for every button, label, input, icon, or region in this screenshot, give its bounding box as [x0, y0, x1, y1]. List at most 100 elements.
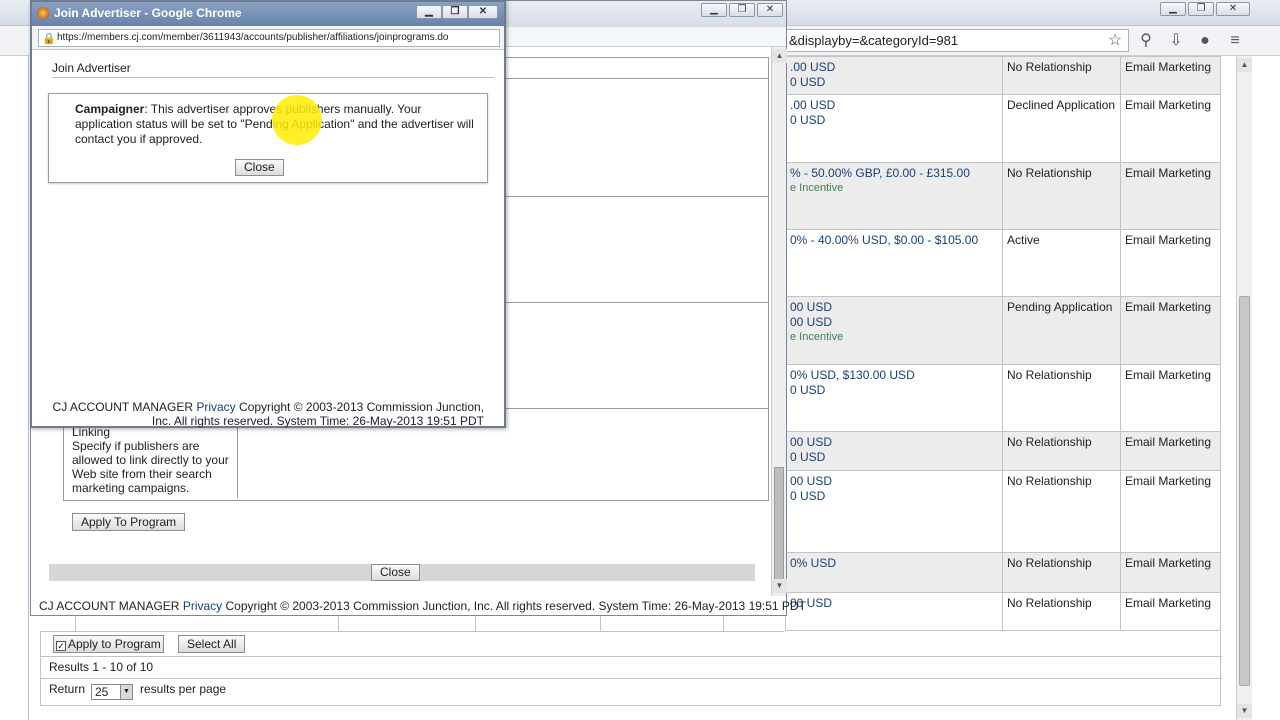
relationship-status-cell: No Relationship [1002, 591, 1121, 632]
category-cell: Email Marketing [1120, 469, 1221, 553]
join-advertiser-window: Join Advertiser - Google Chrome ▁ ❐ ✕ 🔒 … [30, 0, 506, 428]
footer-brand: CJ ACCOUNT MANAGER [39, 599, 180, 613]
category-cell: Email Marketing [1120, 162, 1221, 231]
join-titlebar: Join Advertiser - Google Chrome ▁ ❐ ✕ [32, 2, 504, 26]
category-cell: Email Marketing [1120, 363, 1221, 432]
approval-message-box: Campaigner: This advertiser approves pub… [48, 93, 488, 183]
popup-footer: CJ ACCOUNT MANAGER Privacy Copyright © 2… [31, 596, 806, 616]
category-cell: Email Marketing [1120, 551, 1221, 593]
popup-close-button[interactable]: Close [371, 564, 420, 581]
category-cell: Email Marketing [1120, 94, 1221, 164]
main-address-bar[interactable]: &displayby=&categoryId=981 [785, 29, 1129, 52]
commission-terms-cell: .00 USD 0 USD [785, 94, 1003, 164]
download-icon[interactable]: ⇩ [1166, 31, 1186, 51]
commission-terms-cell: 0% USD, $130.00 USD 0 USD [785, 363, 1003, 432]
join-address-bar-row: 🔒 https://members.cj.com/member/3611943/… [32, 26, 504, 50]
select-all-button[interactable]: Select All [178, 635, 246, 653]
table-row: .00 USD 0 USD Declined Application Email Ma… [785, 94, 1221, 164]
commission-terms-cell: 00 USD 00 USD e Incentive [785, 296, 1003, 365]
relationship-status-cell: No Relationship [1002, 162, 1121, 231]
maximize-icon[interactable]: ❐ [442, 5, 468, 19]
category-cell: Email Marketing [1120, 55, 1221, 96]
chevron-down-icon[interactable]: ▼ [120, 685, 132, 699]
join-window-title: Join Advertiser - Google Chrome [54, 6, 242, 20]
translate-icon[interactable]: ⚲ [1136, 31, 1156, 51]
commission-terms-cell: .00 USD 0 USD [785, 55, 1003, 96]
advertiser-name: Campaigner [75, 102, 145, 116]
table-row [40, 614, 785, 632]
category-cell: Email Marketing [1120, 229, 1221, 298]
popup-close-bar: Close [49, 564, 755, 581]
table-row: 00 USD 0 USD No Relationship Email Marketin… [785, 469, 1221, 553]
apply-label: Apply to Program [68, 637, 161, 651]
privacy-link[interactable]: Privacy [183, 599, 222, 613]
cursor-highlight [272, 95, 322, 145]
footer-copyright: Copyright © 2003-2013 Commission Junctio… [225, 599, 806, 613]
footer-brand: CJ ACCOUNT MANAGER [52, 400, 193, 414]
relationship-status-cell: No Relationship [1002, 469, 1121, 553]
join-url: https://members.cj.com/member/3611943/ac… [57, 32, 449, 43]
popup-scrollbar[interactable]: ▲ ▼ [771, 47, 787, 596]
category-cell: Email Marketing [1120, 430, 1221, 471]
star-icon[interactable]: ☆ [1105, 31, 1125, 51]
commission-terms-cell: 00 USD [785, 591, 1003, 632]
table-row: 00 USD 0 USD No Relationship Email Marketin… [785, 430, 1221, 471]
popup-scroll-thumb[interactable] [774, 467, 784, 593]
commission-terms-cell: % - 50.00% GBP, £0.00 - £315.00 e Incenti… [785, 162, 1003, 231]
apply-to-program-popup-button[interactable]: Apply To Program [72, 513, 186, 531]
results-count: Results 1 - 10 of 10 [49, 660, 154, 674]
table-row: 00 USD No Relationship Email Marketing [785, 591, 1221, 632]
minimize-icon[interactable]: ▁ [416, 5, 442, 19]
commission-terms-cell: 00 USD 0 USD [785, 430, 1003, 471]
category-cell: Email Marketing [1120, 296, 1221, 365]
relationship-status-cell: Pending Application [1002, 296, 1121, 365]
apply-to-program-button[interactable]: ✓ Apply to Program [53, 635, 164, 653]
scroll-down-icon[interactable]: ▼ [1237, 704, 1252, 718]
join-footer: CJ ACCOUNT MANAGER Privacy Copyright © 2… [38, 400, 484, 428]
close-icon[interactable]: ✕ [1216, 2, 1250, 16]
join-heading: Join Advertiser [52, 60, 494, 78]
relationship-status-cell: No Relationship [1002, 363, 1121, 432]
category-cell: Email Marketing [1120, 591, 1221, 632]
page-scrollbar[interactable]: ▲ ▼ [1236, 56, 1252, 720]
join-close-button[interactable]: Close [235, 159, 284, 176]
chrome-extension-icon[interactable]: ● [1195, 31, 1215, 51]
return-label: Return [49, 682, 86, 696]
relationship-status-cell: Active [1002, 229, 1121, 298]
minimize-icon[interactable]: ▁ [701, 3, 727, 17]
results-table: .00 USD 0 USD No Relationship Email Marketi… [785, 55, 1221, 632]
table-row: % - 50.00% GBP, £0.00 - £315.00 e Incenti… [785, 162, 1221, 231]
scroll-up-icon[interactable]: ▲ [772, 49, 787, 63]
maximize-icon[interactable]: ❐ [729, 3, 755, 17]
per-page-select[interactable]: 25 ▼ [91, 684, 133, 700]
table-row: 0% USD, $130.00 USD 0 USD No Relationship E… [785, 363, 1221, 432]
join-body: Join Advertiser Campaigner: This adverti… [32, 50, 504, 428]
relationship-status-cell: No Relationship [1002, 55, 1121, 96]
scroll-thumb[interactable] [1239, 296, 1250, 686]
relationship-status-cell: Declined Application [1002, 94, 1121, 164]
chrome-logo-icon [37, 7, 49, 19]
linking-description: Specify if publishers are allowed to lin… [72, 439, 229, 495]
minimize-icon[interactable]: ▁ [1160, 2, 1186, 16]
maximize-icon[interactable]: ❐ [1188, 2, 1214, 16]
commission-terms-cell: 00 USD 0 USD [785, 469, 1003, 553]
commission-terms-cell: 0% USD [785, 551, 1003, 593]
table-row: .00 USD 0 USD No Relationship Email Marketi… [785, 55, 1221, 96]
close-icon[interactable]: ✕ [468, 5, 498, 19]
relationship-status-cell: No Relationship [1002, 430, 1121, 471]
privacy-link[interactable]: Privacy [196, 400, 235, 414]
table-row: 0% USD No Relationship Email Marketing [785, 551, 1221, 593]
per-page-suffix: results per page [140, 682, 227, 696]
relationship-status-cell: No Relationship [1002, 551, 1121, 593]
per-page-value: 25 [95, 685, 109, 699]
join-address-bar[interactable]: 🔒 https://members.cj.com/member/3611943/… [38, 29, 500, 47]
scroll-down-icon[interactable]: ▼ [772, 579, 787, 593]
results-footer: ✓ Apply to Program Select All Results 1 -… [40, 632, 1222, 706]
scroll-up-icon[interactable]: ▲ [1237, 58, 1252, 72]
close-icon[interactable]: ✕ [757, 3, 783, 17]
menu-icon[interactable]: ≡ [1225, 31, 1245, 51]
table-row: 00 USD 00 USD e Incentive Pending Applicati… [785, 296, 1221, 365]
linking-cell: Linking Specify if publishers are allowe… [66, 424, 238, 498]
lock-icon: 🔒 [42, 33, 56, 45]
apply-checkbox[interactable]: ✓ [56, 641, 66, 651]
